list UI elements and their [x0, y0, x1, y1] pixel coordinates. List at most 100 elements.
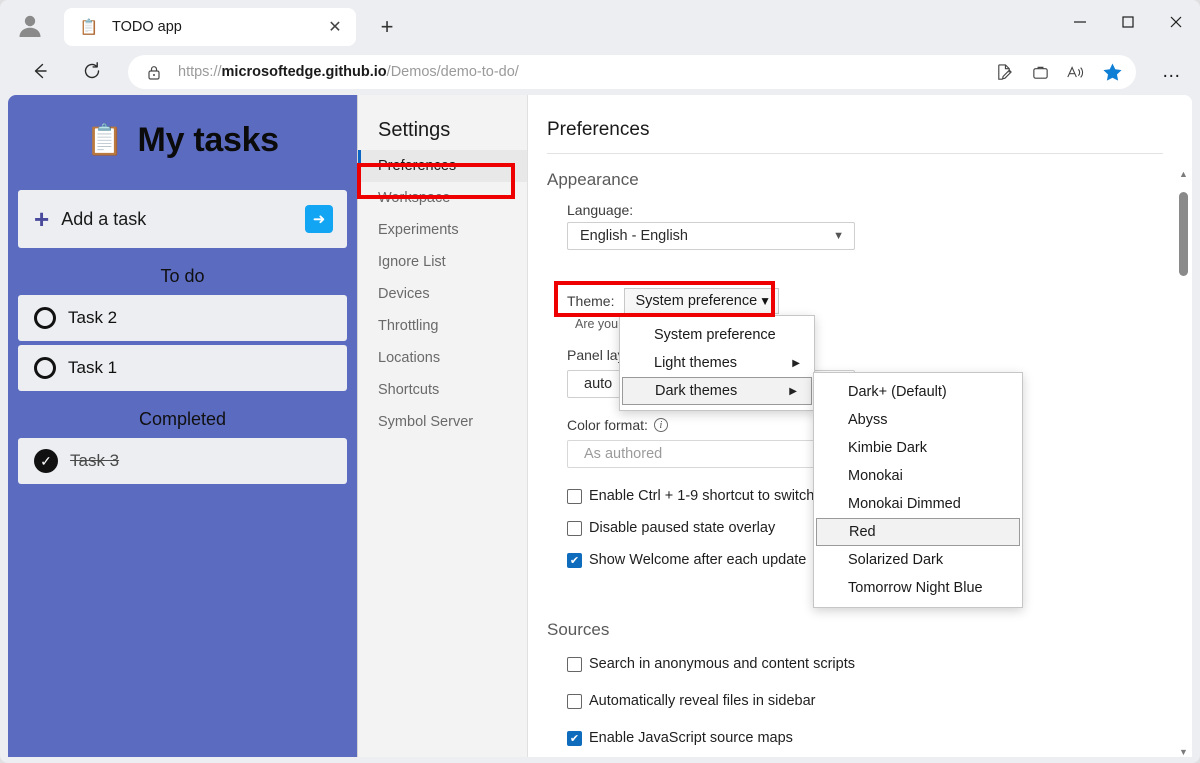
checkbox-label: Automatically reveal files in sidebar [589, 693, 816, 709]
sidebar-item-experiments[interactable]: Experiments [358, 214, 527, 246]
editor-icon[interactable] [986, 57, 1022, 87]
menu-item-label: Kimbie Dark [848, 440, 927, 456]
sidebar-item-symbol-server[interactable]: Symbol Server [358, 406, 527, 438]
submenu-item-solarized-dark[interactable]: Solarized Dark [814, 546, 1022, 574]
checkbox-label: Show Welcome after each update [589, 552, 807, 568]
sidebar-item-workspace[interactable]: Workspace [358, 182, 527, 214]
submenu-item-kimbie-dark[interactable]: Kimbie Dark [814, 434, 1022, 462]
submenu-item-monokai[interactable]: Monokai [814, 462, 1022, 490]
checkbox-checked-icon[interactable]: ✔ [567, 730, 582, 746]
window-controls [1056, 0, 1200, 44]
checkbox-unchecked-icon[interactable] [567, 488, 582, 504]
address-bar-url: https://microsoftedge.github.io/Demos/de… [178, 64, 519, 80]
menu-item-label: Abyss [848, 412, 888, 428]
back-icon[interactable] [24, 55, 56, 87]
color-format-select[interactable]: As authored [567, 440, 855, 468]
checkbox-row-anonymous-scripts[interactable]: Search in anonymous and content scripts [567, 648, 1192, 680]
reload-icon[interactable] [76, 55, 108, 87]
lock-icon [146, 64, 162, 81]
language-select[interactable]: English - English ▼ [567, 222, 855, 250]
sidebar-item-label: Ignore List [378, 254, 446, 270]
scrollbar[interactable]: ▲ ▼ [1176, 168, 1190, 757]
menu-item-label: Tomorrow Night Blue [848, 580, 983, 596]
sidebar-item-label: Shortcuts [378, 382, 440, 398]
close-window-button[interactable] [1152, 0, 1200, 44]
favorite-star-icon[interactable] [1094, 57, 1130, 87]
checkbox-row-source-maps[interactable]: ✔ Enable JavaScript source maps [567, 722, 1192, 754]
checkbox-unchecked-icon[interactable] [567, 520, 582, 536]
task-checkbox-empty-icon[interactable] [34, 307, 56, 329]
submenu-item-tomorrow-night-blue[interactable]: Tomorrow Night Blue [814, 574, 1022, 602]
menu-item-label: Monokai Dimmed [848, 496, 961, 512]
checkbox-unchecked-icon[interactable] [567, 656, 582, 672]
browser-window: 📋 TODO app ✕ + https://microsoftedge.git… [0, 0, 1200, 763]
sidebar-item-throttling[interactable]: Throttling [358, 310, 527, 342]
menu-item-label: System preference [654, 327, 776, 343]
address-bar[interactable]: https://microsoftedge.github.io/Demos/de… [128, 55, 1136, 89]
checkbox-unchecked-icon[interactable] [567, 693, 582, 709]
navigation-bar: https://microsoftedge.github.io/Demos/de… [0, 48, 1200, 94]
sidebar-item-shortcuts[interactable]: Shortcuts [358, 374, 527, 406]
color-format-label: Color format: i [567, 417, 668, 433]
submenu-item-abyss[interactable]: Abyss [814, 406, 1022, 434]
checkbox-row-reveal-files[interactable]: Automatically reveal files in sidebar [567, 685, 1192, 717]
todo-header: 📋 My tasks [8, 121, 357, 160]
tab-title: TODO app [112, 19, 182, 35]
settings-title: Settings [378, 119, 451, 141]
minimize-button[interactable] [1056, 0, 1104, 44]
collections-icon[interactable] [1022, 57, 1058, 87]
sidebar-item-ignore-list[interactable]: Ignore List [358, 246, 527, 278]
menu-item-light-themes[interactable]: Light themes ▶ [620, 349, 814, 377]
profile-avatar-icon[interactable] [14, 9, 46, 41]
menu-item-dark-themes[interactable]: Dark themes ▶ [622, 377, 812, 405]
scroll-up-icon[interactable]: ▲ [1178, 168, 1189, 179]
theme-label: Theme: [567, 293, 615, 309]
list-item[interactable]: Task 2 [18, 295, 347, 341]
arrow-right-icon[interactable]: ➜ [305, 205, 333, 233]
list-item[interactable]: ✓ Task 3 [18, 438, 347, 484]
scrollbar-thumb[interactable] [1179, 192, 1188, 276]
menu-item-label: Light themes [654, 355, 738, 371]
new-tab-button[interactable]: + [372, 12, 402, 42]
browser-tab[interactable]: 📋 TODO app ✕ [64, 8, 356, 46]
theme-value: System preference [635, 293, 758, 309]
divider [547, 153, 1163, 154]
theme-dropdown-menu: System preference Light themes ▶ Dark th… [619, 315, 815, 411]
menu-item-label: Monokai [848, 468, 903, 484]
chevron-right-icon: ▶ [789, 385, 797, 397]
language-label: Language: [567, 202, 634, 218]
checkbox-label: Search in anonymous and content scripts [589, 656, 855, 672]
maximize-button[interactable] [1104, 0, 1152, 44]
submenu-item-red[interactable]: Red [816, 518, 1020, 546]
checkbox-checked-icon[interactable]: ✔ [567, 552, 582, 568]
menu-item-system-preference[interactable]: System preference [620, 321, 814, 349]
todo-section-heading: To do [160, 266, 205, 286]
menu-item-label: Dark themes [655, 383, 738, 399]
scroll-down-icon[interactable]: ▼ [1178, 746, 1189, 757]
chevron-down-icon: ▼ [833, 230, 844, 242]
task-checkbox-empty-icon[interactable] [34, 357, 56, 379]
read-aloud-icon[interactable] [1058, 57, 1094, 87]
task-checkbox-checked-icon[interactable]: ✓ [34, 449, 58, 473]
sidebar-item-preferences[interactable]: Preferences [358, 150, 527, 182]
panel-layout-value: auto [584, 376, 613, 392]
menu-item-label: Dark+ (Default) [848, 384, 947, 400]
sidebar-item-label: Experiments [378, 222, 459, 238]
info-icon[interactable]: i [653, 418, 668, 432]
add-task-input[interactable]: + Add a task ➜ [18, 190, 347, 248]
devtools-settings-panel: Settings Preferences Workspace Experimen… [357, 95, 1192, 757]
list-item[interactable]: Task 1 [18, 345, 347, 391]
task-label: Task 1 [68, 358, 118, 377]
task-label: Task 3 [70, 451, 120, 470]
appearance-group-title: Appearance [547, 170, 639, 189]
page-title: My tasks [137, 121, 280, 159]
sidebar-item-devices[interactable]: Devices [358, 278, 527, 310]
submenu-item-monokai-dimmed[interactable]: Monokai Dimmed [814, 490, 1022, 518]
sidebar-item-label: Preferences [378, 158, 457, 174]
sidebar-item-locations[interactable]: Locations [358, 342, 527, 374]
submenu-item-dark-plus[interactable]: Dark+ (Default) [814, 378, 1022, 406]
chevron-right-icon: ▶ [792, 357, 800, 369]
settings-and-more-button[interactable]: … [1154, 58, 1190, 86]
close-icon[interactable]: ✕ [322, 14, 348, 40]
theme-dropdown[interactable]: System preference ▼ [624, 288, 780, 314]
